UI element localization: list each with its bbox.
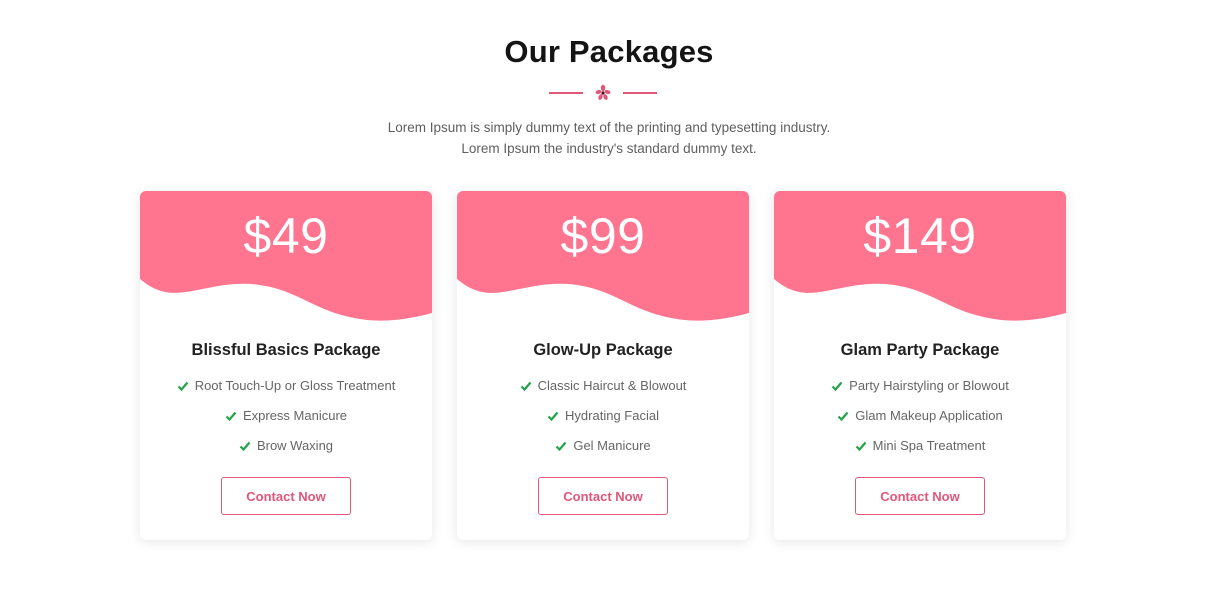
feature-item: Root Touch-Up or Gloss Treatment bbox=[140, 378, 432, 408]
contact-now-button[interactable]: Contact Now bbox=[855, 477, 985, 515]
check-icon bbox=[547, 411, 559, 422]
package-card: $49 Blissful Basics Package Root Touch-U… bbox=[140, 191, 432, 540]
check-icon bbox=[556, 441, 567, 452]
check-icon bbox=[177, 381, 189, 392]
section-title: Our Packages bbox=[504, 34, 714, 69]
package-name: Glow-Up Package bbox=[533, 341, 673, 359]
check-icon bbox=[831, 381, 843, 392]
package-name: Glam Party Package bbox=[840, 341, 1000, 359]
feature-list: Classic Haircut & Blowout Hydrating Faci… bbox=[457, 378, 749, 468]
package-card: $99 Glow-Up Package Classic Haircut & Bl… bbox=[457, 191, 749, 540]
intro-line-1: Lorem Ipsum is simply dummy text of the … bbox=[387, 120, 831, 135]
feature-label: Root Touch-Up or Gloss Treatment bbox=[194, 378, 396, 393]
feature-item: Brow Waxing bbox=[140, 438, 432, 468]
package-price: $49 bbox=[243, 208, 329, 264]
feature-item: Gel Manicure bbox=[457, 438, 749, 468]
check-icon bbox=[520, 381, 531, 392]
title-divider bbox=[549, 84, 657, 102]
section-intro: Lorem Ipsum is simply dummy text of the … bbox=[0, 117, 1218, 159]
package-price: $149 bbox=[863, 208, 977, 264]
check-icon bbox=[225, 411, 237, 422]
check-icon bbox=[855, 441, 866, 452]
feature-list: Party Hairstyling or Blowout Glam Makeup… bbox=[774, 378, 1066, 468]
feature-label: Party Hairstyling or Blowout bbox=[849, 378, 1009, 393]
package-card: $149 Glam Party Package Party Hairstylin… bbox=[774, 191, 1066, 540]
feature-label: Express Manicure bbox=[242, 408, 348, 423]
package-name: Blissful Basics Package bbox=[191, 341, 381, 359]
contact-now-button[interactable]: Contact Now bbox=[538, 477, 668, 515]
flower-ornament-icon bbox=[595, 84, 611, 100]
feature-item: Mini Spa Treatment bbox=[774, 438, 1066, 468]
feature-label: Mini Spa Treatment bbox=[872, 438, 986, 453]
divider-line-left bbox=[549, 92, 583, 94]
feature-label: Brow Waxing bbox=[256, 438, 334, 453]
feature-item: Express Manicure bbox=[140, 408, 432, 438]
package-price: $99 bbox=[560, 208, 646, 264]
feature-list: Root Touch-Up or Gloss Treatment Express… bbox=[140, 378, 432, 468]
feature-item: Hydrating Facial bbox=[457, 408, 749, 438]
feature-item: Party Hairstyling or Blowout bbox=[774, 378, 1066, 408]
feature-label: Hydrating Facial bbox=[565, 408, 659, 423]
feature-item: Glam Makeup Application bbox=[774, 408, 1066, 438]
check-icon bbox=[239, 441, 251, 452]
check-icon bbox=[838, 411, 849, 422]
feature-item: Classic Haircut & Blowout bbox=[457, 378, 749, 408]
feature-label: Glam Makeup Application bbox=[855, 408, 1003, 423]
feature-label: Classic Haircut & Blowout bbox=[537, 378, 687, 393]
divider-line-right bbox=[623, 92, 657, 94]
feature-label: Gel Manicure bbox=[573, 438, 651, 453]
contact-now-button[interactable]: Contact Now bbox=[221, 477, 351, 515]
intro-line-2: Lorem Ipsum the industry's standard dumm… bbox=[461, 141, 757, 156]
